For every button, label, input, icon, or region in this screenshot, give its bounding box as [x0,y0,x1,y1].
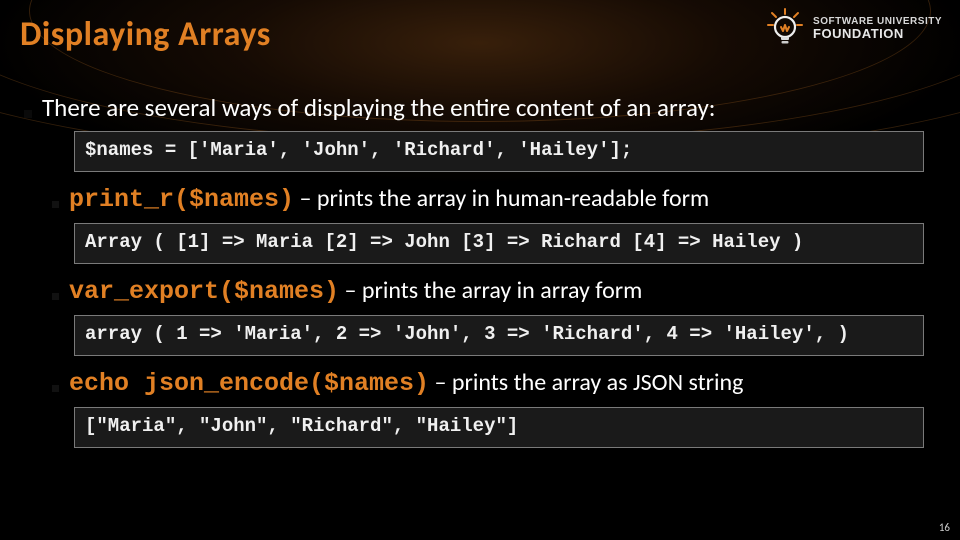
bullet-icon [52,385,59,392]
logo-text: SOFTWARE UNIVERSITY FOUNDATION [813,17,942,40]
sub-bullet-printr: print_r($names) – prints the array in hu… [52,184,936,215]
func-desc: – prints the array as JSON string [429,368,743,397]
logo-line1: SOFTWARE UNIVERSITY [813,17,942,27]
lightbulb-icon [765,8,805,48]
logo-line2: FOUNDATION [813,27,942,40]
sub-bullet-text: echo json_encode($names) – prints the ar… [69,368,743,399]
code-box-json-output: ["Maria", "John", "Richard", "Hailey"] [74,407,924,448]
bullet-icon [24,110,32,118]
sub-bullet-text: print_r($names) – prints the array in hu… [69,184,709,215]
func-code: print_r($names) [69,185,294,214]
code-box-varexport-output: array ( 1 => 'Maria', 2 => 'John', 3 => … [74,315,924,356]
bullet-icon [52,293,59,300]
content: There are several ways of displaying the… [24,92,936,454]
func-code: echo json_encode($names) [69,369,429,398]
slide-title: Displaying Arrays [20,14,271,55]
main-bullet-row: There are several ways of displaying the… [24,92,936,123]
func-code: var_export($names) [69,277,339,306]
main-bullet-text: There are several ways of displaying the… [42,92,715,123]
page-number: 16 [939,521,950,534]
code-box-printr-output: Array ( [1] => Maria [2] => John [3] => … [74,223,924,264]
slide: Displaying Arrays SOFTWARE UNIVERSITY FO… [0,0,960,540]
sub-bullet-varexport: var_export($names) – prints the array in… [52,276,936,307]
bullet-icon [52,201,59,208]
code-box-declare: $names = ['Maria', 'John', 'Richard', 'H… [74,131,924,172]
sub-bullet-jsonencode: echo json_encode($names) – prints the ar… [52,368,936,399]
func-desc: – prints the array in array form [339,276,642,305]
func-desc: – prints the array in human-readable for… [294,184,709,213]
sub-bullet-text: var_export($names) – prints the array in… [69,276,642,307]
logo: SOFTWARE UNIVERSITY FOUNDATION [765,8,942,48]
